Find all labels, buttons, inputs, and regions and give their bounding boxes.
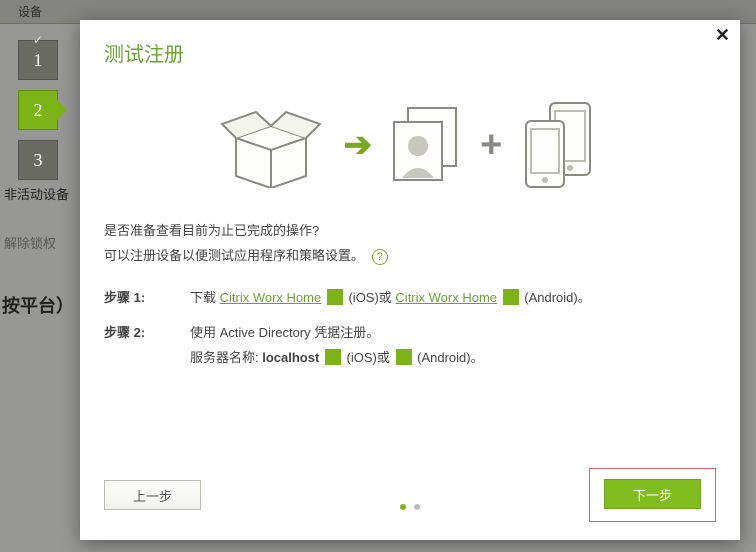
- plus-icon: +: [480, 124, 502, 167]
- illustration-row: ➔ +: [80, 85, 740, 205]
- modal-dialog: ✕ 测试注册 ➔: [80, 20, 740, 540]
- step-2-value: 使用 Active Directory 凭据注册。 服务器名称: localho…: [190, 321, 716, 370]
- devices-icon: [520, 99, 604, 191]
- step-1-value: 下载 Citrix Worx Home (iOS)或 Citrix Worx H…: [190, 286, 716, 311]
- modal-body: 是否准备查看目前为止已完成的操作? 可以注册设备以便测试应用程序和策略设置。 ?…: [80, 219, 740, 370]
- modal-title: 测试注册: [80, 20, 740, 81]
- link-worx-home-android[interactable]: Citrix Worx Home: [395, 290, 497, 305]
- modal-footer: 上一步 下一步: [80, 468, 740, 522]
- help-icon[interactable]: ?: [372, 249, 388, 265]
- qr-icon[interactable]: [325, 349, 341, 365]
- back-button[interactable]: 上一步: [104, 480, 201, 510]
- qr-icon[interactable]: [503, 289, 519, 305]
- step-2-line-2: 服务器名称: localhost (iOS)或 (Android)。: [190, 346, 716, 371]
- server-name: localhost: [262, 350, 319, 365]
- step-1-row: 步骤 1: 下载 Citrix Worx Home (iOS)或 Citrix …: [104, 286, 716, 311]
- qr-icon[interactable]: [396, 349, 412, 365]
- next-button[interactable]: 下一步: [604, 479, 701, 509]
- next-button-highlight: 下一步: [589, 468, 716, 522]
- step-2-label: 步骤 2:: [104, 321, 190, 370]
- box-icon: [216, 102, 326, 188]
- step-1-label: 步骤 1:: [104, 286, 190, 311]
- wizard-step-2[interactable]: 2: [18, 90, 58, 130]
- qr-icon[interactable]: [327, 289, 343, 305]
- step-2-row: 步骤 2: 使用 Active Directory 凭据注册。 服务器名称: l…: [104, 321, 716, 370]
- wizard-step-1[interactable]: ✓ 1: [18, 40, 58, 80]
- arrow-icon: ➔: [344, 125, 373, 165]
- steps-table: 步骤 1: 下载 Citrix Worx Home (iOS)或 Citrix …: [104, 286, 716, 370]
- close-icon[interactable]: ✕: [715, 26, 730, 44]
- wizard-step-3[interactable]: 3: [18, 140, 58, 180]
- link-worx-home-ios[interactable]: Citrix Worx Home: [220, 290, 322, 305]
- wizard-step-rail: ✓ 1 2 3: [18, 40, 58, 180]
- avatars-icon: [390, 106, 462, 184]
- body-paragraph: 可以注册设备以便测试应用程序和策略设置。 ?: [104, 244, 716, 269]
- step-2-line-1: 使用 Active Directory 凭据注册。: [190, 321, 716, 346]
- checkmark-icon: ✓: [33, 33, 43, 48]
- body-question: 是否准备查看目前为止已完成的操作?: [104, 219, 716, 244]
